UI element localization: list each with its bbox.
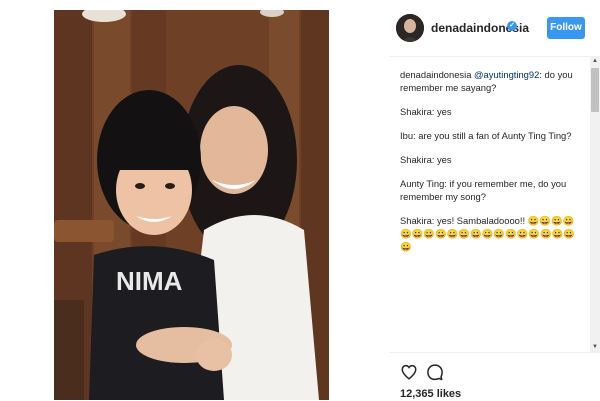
svg-text:NIMA: NIMA [116, 266, 183, 296]
likes-count[interactable]: 12,365 likes [400, 388, 461, 400]
caption-scrollbar[interactable]: ▲ ▼ [590, 56, 600, 352]
caption-line: Shakira: yes [400, 154, 452, 165]
caption-line: Shakira: yes [400, 106, 452, 117]
avatar-image [396, 14, 424, 42]
caption-line: denadaindonesia @ayutingting92: do you r… [400, 68, 580, 94]
caption-line: Shakira: yes! Sambaladoooo!! 😀😀😀😀😀😀😀😀😀😀😀… [400, 215, 576, 252]
photo-illustration: NIMA [54, 10, 329, 400]
scroll-up-icon[interactable]: ▲ [590, 56, 600, 66]
caption-line: Ibu: are you still a fan of Aunty Ting T… [400, 130, 572, 141]
follow-button[interactable]: Follow [547, 17, 585, 39]
heart-icon[interactable] [400, 363, 418, 381]
scroll-thumb[interactable] [591, 68, 599, 112]
post-header: denadaindonesia ✓ Follow [390, 0, 600, 57]
post-sidebar: denadaindonesia ✓ Follow denadaindonesia… [390, 0, 600, 400]
post-actions: 12,365 likes [390, 352, 600, 401]
scroll-down-icon[interactable]: ▼ [590, 342, 600, 352]
caption-username[interactable]: denadaindonesia [400, 69, 471, 80]
instagram-post: NIMA denadaindonesia ✓ Follow denadaindo… [0, 0, 600, 400]
caption-comments: denadaindonesia @ayutingting92: do you r… [400, 68, 580, 350]
comment-icon[interactable] [426, 363, 444, 381]
post-photo[interactable]: NIMA [54, 10, 329, 400]
caption-line: Aunty Ting: if you remember me, do you r… [400, 178, 567, 202]
avatar[interactable] [396, 14, 424, 42]
mention-link[interactable]: @ayutingting92 [474, 69, 539, 80]
verified-badge-icon: ✓ [507, 21, 517, 31]
